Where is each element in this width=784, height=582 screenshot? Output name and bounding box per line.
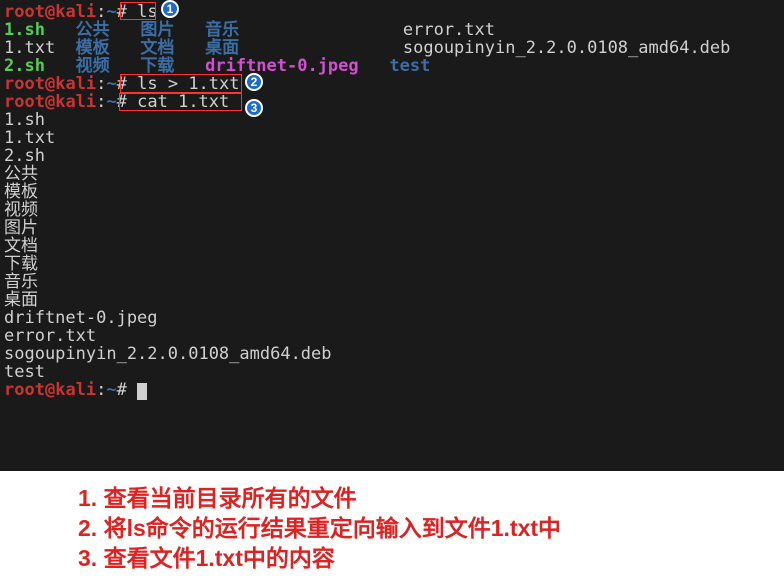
cat-out-14: test (4, 363, 780, 381)
cat-out-9: 音乐 (4, 273, 780, 291)
cat-out-3: 公共 (4, 165, 780, 183)
command-ls: ls (137, 2, 157, 22)
annotation-1: 1. 查看当前目录所有的文件 (78, 483, 784, 513)
cat-out-13: sogoupinyin_2.2.0.0108_amd64.deb (4, 345, 780, 363)
prompt-line-4: root@kali:~# (4, 381, 780, 399)
command-redirect: ls > 1.txt (137, 74, 239, 94)
cat-out-5: 视频 (4, 201, 780, 219)
prompt-line-2: root@kali:~# ls > 1.txt (4, 75, 780, 93)
cat-out-4: 模板 (4, 183, 780, 201)
cat-out-8: 下载 (4, 255, 780, 273)
cat-out-2: 2.sh (4, 147, 780, 165)
prompt-path: ~ (106, 2, 116, 22)
marker-3-icon: 3 (245, 99, 263, 117)
annotations-panel: 1. 查看当前目录所有的文件 2. 将ls命令的运行结果重定向输入到文件1.tx… (0, 471, 784, 573)
annotation-3: 3. 查看文件1.txt中的内容 (78, 543, 784, 573)
ls-row-3: 2.sh 视频 下载 driftnet-0.jpeg test (4, 57, 780, 75)
ls-row-2: 1.txt 模板 文档 桌面 sogoupinyin_2.2.0.0108_am… (4, 39, 780, 57)
prompt-host: kali (55, 2, 96, 22)
ls-row-1: 1.sh 公共 图片 音乐 error.txt (4, 21, 780, 39)
cat-out-10: 桌面 (4, 291, 780, 309)
marker-2-icon: 2 (245, 73, 263, 91)
terminal-window[interactable]: root@kali:~# ls 1.sh 公共 图片 音乐 error.txt … (0, 0, 784, 471)
cat-out-0: 1.sh (4, 111, 780, 129)
prompt-user: root (4, 2, 45, 22)
cat-out-12: error.txt (4, 327, 780, 345)
annotation-2: 2. 将ls命令的运行结果重定向输入到文件1.txt中 (78, 513, 784, 543)
cat-out-1: 1.txt (4, 129, 780, 147)
prompt-line-1: root@kali:~# ls (4, 3, 780, 21)
prompt-line-3: root@kali:~# cat 1.txt (4, 93, 780, 111)
cat-out-11: driftnet-0.jpeg (4, 309, 780, 327)
marker-1-icon: 1 (161, 0, 179, 18)
command-cat: cat 1.txt (137, 92, 229, 112)
cat-out-7: 文档 (4, 237, 780, 255)
cat-out-6: 图片 (4, 219, 780, 237)
cursor (137, 383, 147, 400)
